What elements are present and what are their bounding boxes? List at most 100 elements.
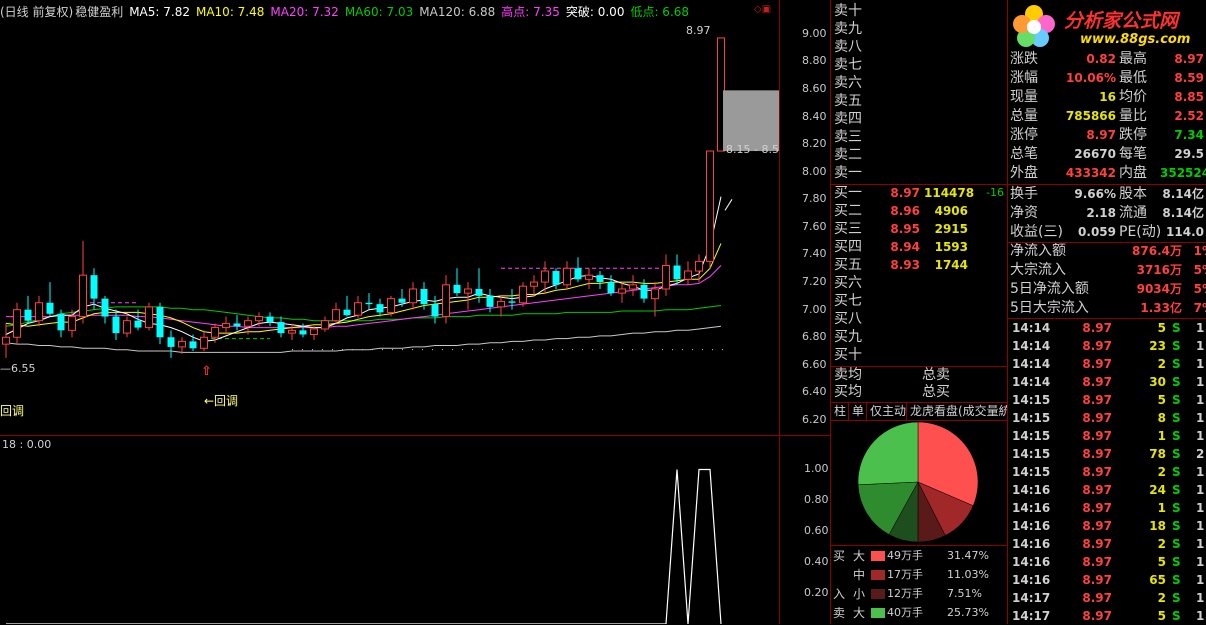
- ask-row[interactable]: 卖六: [834, 74, 1006, 92]
- tick-time: 14:16: [1012, 537, 1051, 551]
- candle-body: [90, 275, 98, 299]
- bid-label: 买七: [834, 293, 862, 309]
- bid-avg-label: 买均: [834, 384, 862, 400]
- candle-body: [651, 288, 659, 300]
- tick-volume: 5: [1157, 609, 1166, 623]
- indicator-chart[interactable]: [0, 436, 780, 624]
- candle-body: [464, 288, 472, 294]
- price-tick-label: 8.40: [802, 109, 827, 123]
- bid-row[interactable]: 买一 8.97 114478 -16: [834, 184, 1006, 202]
- candle-body: [233, 323, 241, 327]
- quote-value: 26670: [1074, 147, 1116, 161]
- candle-body: [387, 298, 395, 313]
- legend-size: 小: [853, 587, 866, 601]
- candle-body: [662, 265, 670, 290]
- tick-time: 14:16: [1012, 573, 1051, 587]
- tick-side: S: [1172, 465, 1181, 479]
- ask-row[interactable]: 卖七: [834, 56, 1006, 74]
- legend-row: 买大 49万手 31.47%: [831, 547, 1007, 565]
- price-high-label: 8.97: [686, 24, 711, 37]
- candle-body: [277, 322, 285, 334]
- tick-row: 14:17 8.97 2 S 1: [1010, 589, 1206, 607]
- ask-label: 卖八: [834, 39, 862, 55]
- ask-row[interactable]: 卖十: [834, 2, 1006, 20]
- tab-bar-chart[interactable]: 柱: [831, 403, 849, 420]
- bid-row[interactable]: 买九: [834, 328, 1006, 346]
- tick-price: 8.97: [1082, 447, 1112, 461]
- tick-price: 8.97: [1082, 465, 1112, 479]
- fundamental-value: 8.14亿: [1162, 187, 1204, 201]
- price-tick-label: 7.60: [802, 219, 827, 233]
- tab-active-only[interactable]: 仅主动: [867, 403, 907, 420]
- ask-row[interactable]: 卖五: [834, 92, 1006, 110]
- quote-label: 涨幅: [1010, 70, 1038, 86]
- pullback-marker-label: ←回调: [204, 394, 239, 408]
- ask-row[interactable]: 卖三: [834, 128, 1006, 146]
- candle-body: [497, 300, 505, 308]
- quote-label: 涨跌: [1010, 51, 1038, 67]
- bid-row[interactable]: 买八: [834, 310, 1006, 328]
- bid-row[interactable]: 买二 8.96 4906: [834, 202, 1006, 220]
- tick-side: S: [1172, 357, 1181, 371]
- candle-body: [541, 270, 549, 283]
- bid-volume: 4906: [934, 204, 968, 218]
- quote-value: 7.34: [1174, 128, 1204, 142]
- divider-tabs-pie: [831, 420, 1007, 421]
- pie-slice: [857, 421, 919, 486]
- tick-side: S: [1172, 339, 1181, 353]
- candlestick-chart[interactable]: [0, 0, 780, 436]
- candle-body: [398, 298, 406, 303]
- bid-row[interactable]: 买七: [834, 292, 1006, 310]
- price-tick-label: 9.00: [802, 26, 827, 40]
- legend-swatch: [871, 589, 885, 599]
- tick-price: 8.97: [1082, 573, 1112, 587]
- candle-body: [288, 329, 296, 334]
- tab-single[interactable]: 单: [849, 403, 867, 420]
- ask-row[interactable]: 卖二: [834, 146, 1006, 164]
- bid-row[interactable]: 买三 8.95 2915: [834, 220, 1006, 238]
- bid-row[interactable]: 买五 8.93 1744: [834, 256, 1006, 274]
- bid-row[interactable]: 买十: [834, 346, 1006, 364]
- quote-row: 涨停 8.97 跌停 7.34: [1010, 126, 1206, 145]
- ask-row[interactable]: 卖九: [834, 20, 1006, 38]
- quote-value: 785866: [1065, 109, 1116, 123]
- bid-label: 买九: [834, 329, 862, 345]
- tick-row: 14:16 8.97 1 S 1: [1010, 499, 1206, 517]
- tick-volume: 1: [1157, 429, 1166, 443]
- ask-row[interactable]: 卖四: [834, 110, 1006, 128]
- flow-row: 5日净流入额 9034万 5%: [1010, 281, 1206, 298]
- ask-label: 卖六: [834, 75, 862, 91]
- logo-url[interactable]: www.88gs.com: [1080, 32, 1190, 47]
- ask-label: 卖七: [834, 57, 862, 73]
- flow-label: 大宗流入: [1010, 262, 1066, 278]
- ask-row[interactable]: 卖一: [834, 164, 1006, 182]
- bid-label: 买八: [834, 311, 862, 327]
- price-tick-label: 8.60: [802, 81, 827, 95]
- tick-row: 14:14 8.97 30 S 1: [1010, 373, 1206, 391]
- tick-row: 14:15 8.97 8 S 1: [1010, 409, 1206, 427]
- quote-label: 每笔: [1119, 146, 1147, 162]
- candle-body: [167, 337, 175, 347]
- legend-percent: 7.51%: [947, 587, 982, 600]
- tick-price: 8.97: [1082, 411, 1112, 425]
- quote-row: 涨幅 10.06% 最低 8.59: [1010, 69, 1206, 88]
- price-tick-label: 7.40: [802, 247, 827, 261]
- legend-size: 中: [853, 568, 866, 582]
- ask-label: 卖二: [834, 147, 862, 163]
- ask-row[interactable]: 卖八: [834, 38, 1006, 56]
- tick-count: 1: [1196, 411, 1205, 425]
- bid-row[interactable]: 买四 8.94 1593: [834, 238, 1006, 256]
- tick-time: 14:16: [1012, 555, 1051, 569]
- candle-body: [354, 302, 362, 316]
- tab-dragon-tiger[interactable]: 龙虎看盘(成交量統: [907, 403, 1007, 420]
- tick-count: 1: [1196, 519, 1205, 533]
- flow-percent: 5%: [1193, 263, 1206, 277]
- bid-row[interactable]: 买六: [834, 274, 1006, 292]
- quote-value: 2.52: [1174, 109, 1204, 123]
- tick-side: S: [1172, 411, 1181, 425]
- indicator-title: 18 : 0.00: [2, 438, 52, 451]
- candle-body: [530, 281, 538, 287]
- flow-row: 5日大宗流入 1.33亿 7%: [1010, 300, 1206, 317]
- candle-body: [112, 316, 120, 334]
- tick-price: 8.97: [1082, 483, 1112, 497]
